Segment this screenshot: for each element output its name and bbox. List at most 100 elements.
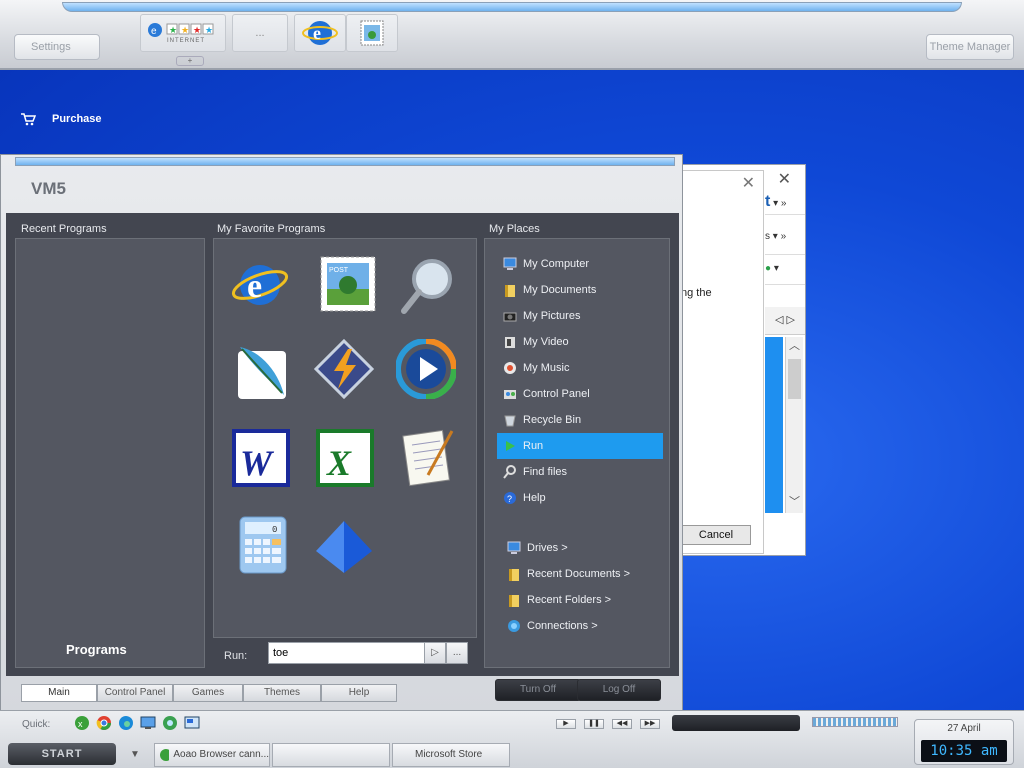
prev-button[interactable]: ◀◀ (612, 719, 632, 729)
task-aoao-browser[interactable]: Aoao Browser cann... (154, 743, 270, 767)
calculator-icon[interactable]: 0 (234, 515, 294, 575)
dialog-close-icon[interactable]: ✕ (742, 173, 755, 193)
tab-games[interactable]: Games (173, 684, 243, 702)
pause-button[interactable]: ❚❚ (584, 719, 604, 729)
place-label: My Music (523, 362, 570, 374)
svg-text:★: ★ (205, 25, 213, 35)
tab-main[interactable]: Main (21, 684, 97, 702)
taskbar: Quick: x START ▼ Aoao Browser cann... Mi… (0, 710, 1024, 768)
word-icon[interactable]: W (232, 429, 292, 489)
xbox-icon[interactable]: x (74, 715, 90, 731)
purchase-link[interactable]: Purchase (20, 112, 102, 126)
clock-date: 27 April (947, 723, 981, 734)
clock-time: 10:35 am (921, 740, 1007, 762)
log-off-button[interactable]: Log Off (577, 679, 661, 701)
place-run[interactable]: Run (497, 433, 663, 459)
recent-programs-heading: Recent Programs (21, 223, 107, 235)
theme-manager-button[interactable]: Theme Manager (926, 34, 1014, 60)
submenu-label: Recent Folders > (527, 594, 612, 606)
turn-off-button[interactable]: Turn Off (495, 679, 581, 701)
place-label: My Video (523, 336, 569, 348)
start-button[interactable]: START (8, 743, 116, 765)
submenu-recent-documents[interactable]: Recent Documents > (501, 561, 667, 587)
place-help[interactable]: ? Help (497, 485, 663, 511)
next-button[interactable]: ▶▶ (640, 719, 660, 729)
chevron-down-icon[interactable]: ▼ (130, 749, 140, 760)
more-button[interactable]: ... (232, 14, 288, 52)
svg-text:0: 0 (272, 525, 277, 535)
svg-text:e: e (247, 268, 262, 305)
control-panel-icon (504, 390, 516, 399)
settings-button[interactable]: Settings (14, 34, 100, 60)
volume-slider[interactable] (812, 717, 898, 727)
play-button[interactable]: ▶ (556, 719, 576, 729)
close-icon[interactable]: ✕ (778, 169, 791, 189)
place-my-pictures[interactable]: My Pictures (497, 303, 663, 329)
cancel-button[interactable]: Cancel (681, 525, 751, 545)
svg-text:e: e (151, 26, 157, 37)
menu-body: Recent Programs Programs My Favorite Pro… (6, 213, 679, 676)
expand-button[interactable]: + (176, 56, 204, 66)
tab-control-panel[interactable]: Control Panel (97, 684, 173, 702)
tab-themes[interactable]: Themes (243, 684, 321, 702)
chrome-icon[interactable] (96, 715, 112, 731)
tab-help[interactable]: Help (321, 684, 397, 702)
submenu-drives[interactable]: Drives > (501, 535, 667, 561)
media-player-icon[interactable] (396, 339, 456, 399)
music-icon (504, 362, 516, 374)
mail-stamp-icon[interactable]: POST (318, 255, 378, 315)
submenu-connections[interactable]: Connections > (501, 613, 667, 639)
place-control-panel[interactable]: Control Panel (497, 381, 663, 407)
place-find-files[interactable]: Find files (497, 459, 663, 485)
top-bar: Settings e ★ ★ ★ ★ INTERNET ... e + Them… (0, 0, 1024, 70)
magnifier-icon[interactable] (398, 255, 458, 315)
feather-icon[interactable] (230, 341, 290, 401)
cart-icon (21, 113, 36, 126)
run-browse-button[interactable]: ... (446, 642, 468, 664)
browser-icon[interactable] (162, 715, 178, 731)
submenu-label: Recent Documents > (527, 568, 631, 580)
screen-icon[interactable] (184, 715, 200, 731)
place-my-documents[interactable]: My Documents (497, 277, 663, 303)
place-label: Recycle Bin (523, 414, 582, 426)
internet-rating-cell[interactable]: e ★ ★ ★ ★ INTERNET (140, 14, 226, 52)
svg-text:★: ★ (169, 25, 177, 35)
top-bar-stripe (62, 2, 962, 12)
bg-tab-scroller[interactable]: ◁ ▷ (765, 307, 805, 335)
submenu-recent-folders[interactable]: Recent Folders > (501, 587, 667, 613)
internet-rating-icon: e ★ ★ ★ ★ (148, 23, 214, 37)
run-go-button[interactable]: ▷ (424, 642, 446, 664)
mail-quick-button[interactable] (346, 14, 398, 52)
notepad-icon[interactable] (398, 427, 458, 487)
task-blank[interactable] (272, 743, 390, 767)
excel-icon[interactable]: X (316, 429, 376, 489)
xbox-icon (160, 749, 170, 761)
place-label: My Pictures (523, 310, 581, 322)
folder-icon (509, 595, 519, 607)
run-input[interactable] (268, 642, 426, 664)
clock[interactable]: 27 April 10:35 am (914, 719, 1014, 765)
place-my-music[interactable]: My Music (497, 355, 663, 381)
programs-button[interactable]: Programs (66, 642, 127, 657)
place-my-computer[interactable]: My Computer (497, 251, 663, 277)
run-label: Run: (224, 650, 248, 662)
bg-toolbar-1: t ▾ » (765, 193, 805, 215)
folder-icon (505, 285, 515, 297)
svg-text:★: ★ (193, 25, 201, 35)
place-my-video[interactable]: My Video (497, 329, 663, 355)
bg-scrollbar[interactable]: ︿ ﹀ (785, 337, 803, 513)
top-quick-tray: e ★ ★ ★ ★ INTERNET ... e (140, 14, 400, 54)
bg-toolbar-2: s ▾ » (765, 219, 805, 255)
internet-explorer-icon[interactable]: e (230, 255, 290, 315)
submenu-label: Connections > (527, 620, 598, 632)
place-recycle-bin[interactable]: Recycle Bin (497, 407, 663, 433)
edge-icon[interactable] (118, 715, 134, 731)
ie-quick-button[interactable]: e (294, 14, 346, 52)
winamp-icon[interactable] (314, 339, 374, 399)
purchase-label: Purchase (52, 113, 102, 125)
submenu-label: Drives > (527, 542, 568, 554)
pyramid-icon[interactable] (314, 517, 374, 577)
monitor-icon[interactable] (140, 715, 156, 731)
task-microsoft-store[interactable]: Microsoft Store (392, 743, 510, 767)
recycle-bin-icon (504, 415, 516, 427)
